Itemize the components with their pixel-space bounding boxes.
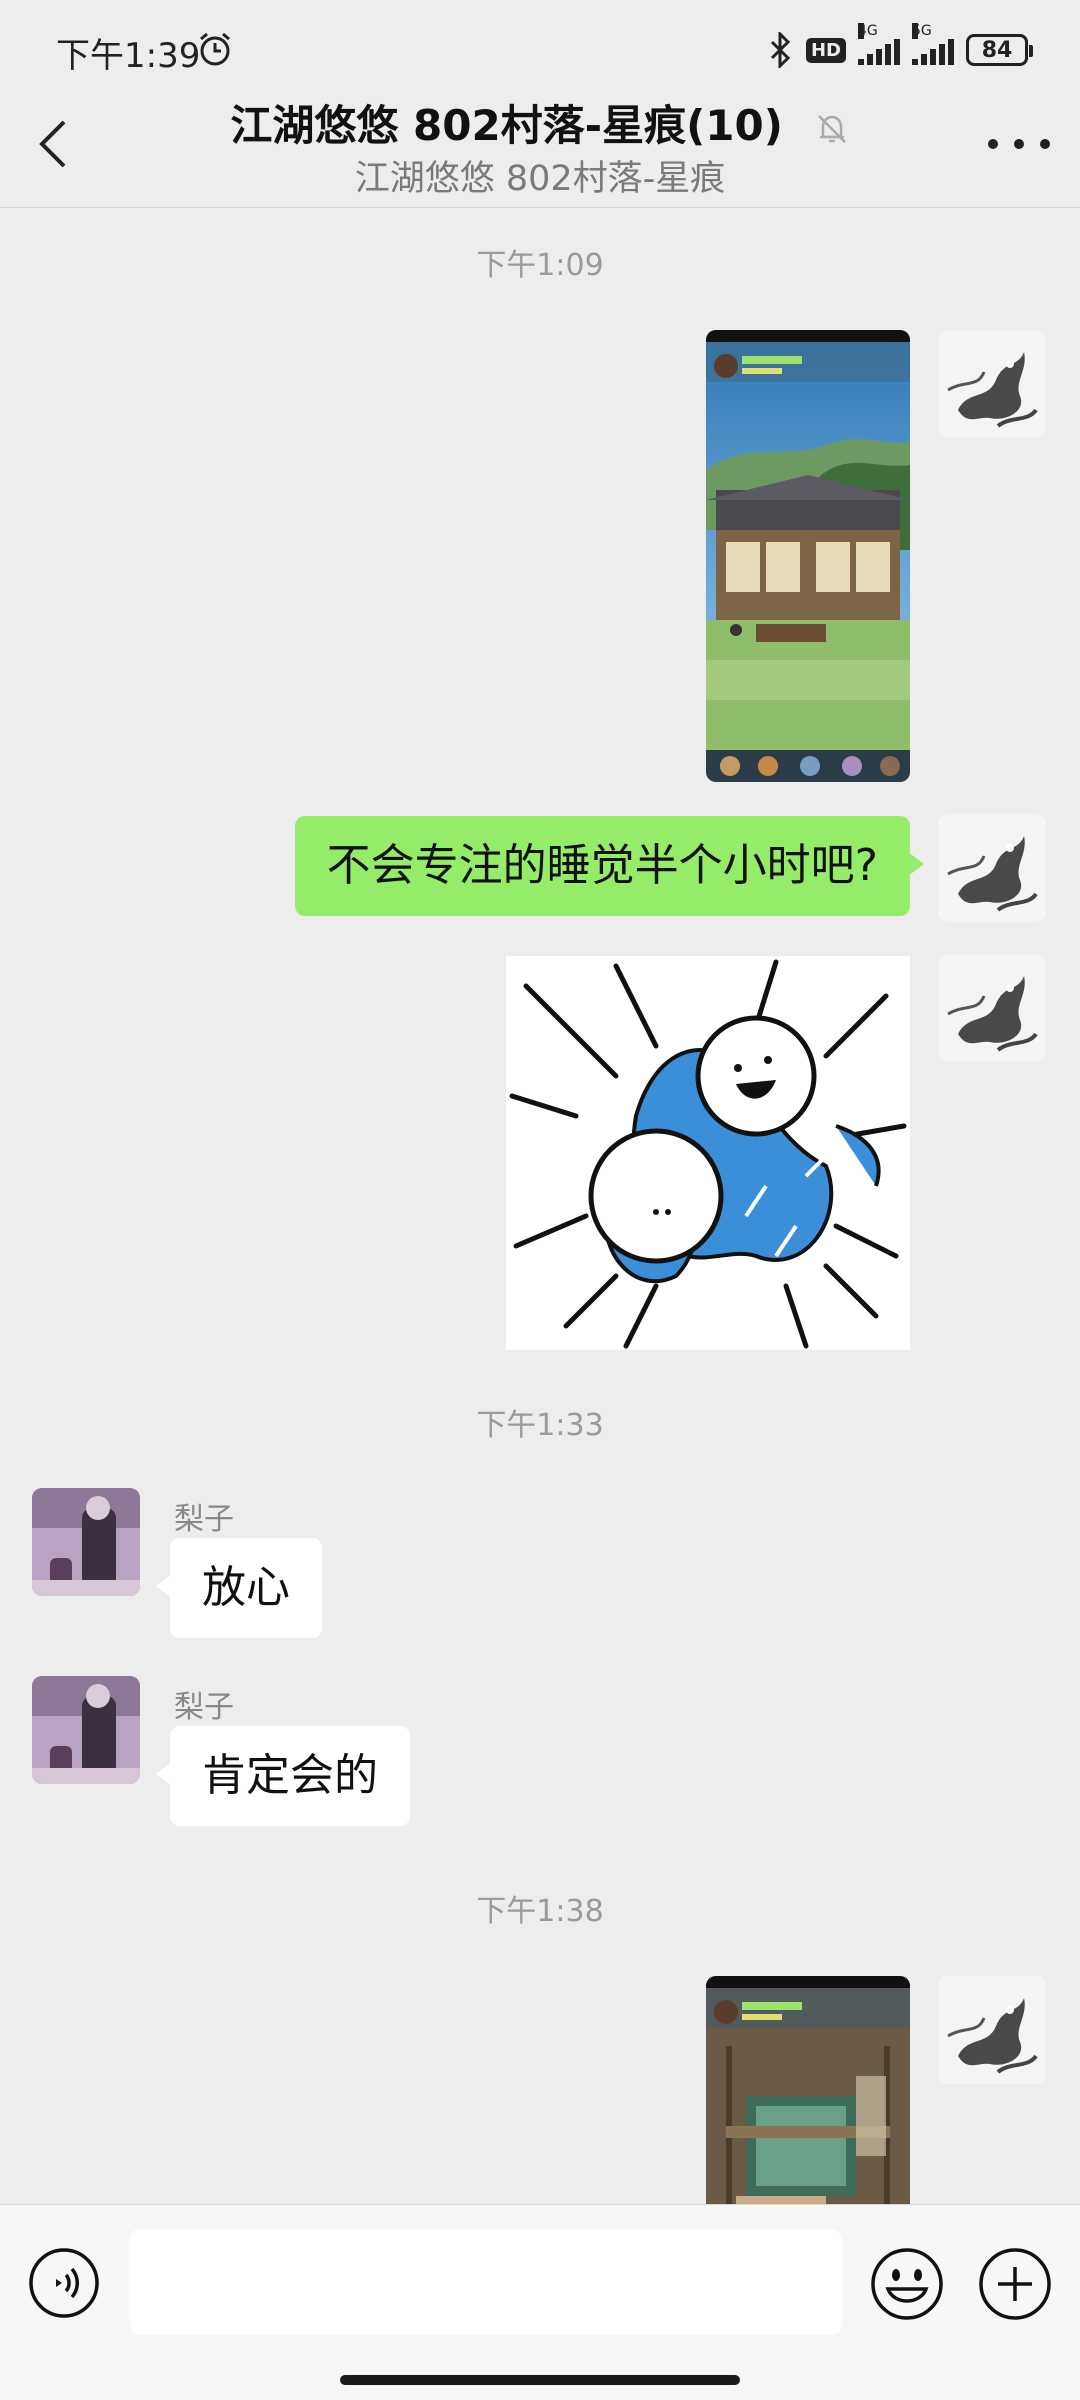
timestamp: 下午1:33 [476,1408,604,1443]
contact-message-bubble[interactable]: 肯定会的 [156,1726,410,1826]
voice-input-icon[interactable] [28,2247,100,2319]
timestamp: 下午1:09 [476,248,604,283]
timestamp: 下午1:38 [476,1894,604,1929]
sticker-message[interactable] [506,956,910,1350]
my-message-bubble[interactable]: 不会专注的睡觉半个小时吧? [294,816,925,916]
chat-subtitle: 江湖悠悠 802村落-星痕 [354,159,726,199]
mute-bell-icon [817,114,846,143]
signal-4g-icon: 4G [858,23,900,65]
message-text: 放心 [202,1562,290,1613]
chat-title-row: 江湖悠悠 802村落-星痕(10) [0,92,1080,153]
contact-message-bubble[interactable]: 放心 [156,1538,322,1638]
sender-name: 梨子 [174,1690,234,1725]
contact-avatar[interactable] [32,1676,140,1784]
battery-level: 84 [981,37,1013,63]
status-time: 下午1:39 [56,36,201,76]
sender-name: 梨子 [174,1502,234,1537]
battery-icon: 84 [966,34,1033,66]
message-text: 肯定会的 [202,1750,378,1801]
image-message[interactable] [706,330,910,782]
message-input[interactable] [130,2229,842,2335]
signal-5g-icon: 5G [912,23,954,65]
bluetooth-icon [770,32,791,68]
message-list[interactable]: 下午1:09 不会专注的睡觉半个小时吧? 下午1:33 梨子 放心 梨子 肯定会… [0,208,1080,2204]
status-bar: 下午1:39 HD 4G 5G 84 [0,0,1080,80]
emoji-icon[interactable] [870,2247,944,2321]
my-avatar[interactable] [938,814,1046,922]
status-icons: HD 4G 5G 84 [768,23,1033,72]
my-avatar[interactable] [938,954,1046,1062]
my-avatar[interactable] [938,1976,1046,2084]
image-message[interactable] [706,1976,910,2204]
more-options-icon[interactable] [988,124,1050,164]
chat-title: 江湖悠悠 802村落-星痕(10) [230,101,783,150]
alarm-icon [200,32,230,66]
chat-header: 江湖悠悠 802村落-星痕(10) 江湖悠悠 802村落-星痕 [0,80,1080,208]
home-indicator[interactable] [340,2375,740,2385]
input-bar [0,2204,1080,2400]
message-text: 不会专注的睡觉半个小时吧? [326,840,878,891]
hd-badge: HD [805,37,846,63]
plus-icon[interactable] [978,2247,1052,2321]
my-avatar[interactable] [938,330,1046,438]
contact-avatar[interactable] [32,1488,140,1596]
